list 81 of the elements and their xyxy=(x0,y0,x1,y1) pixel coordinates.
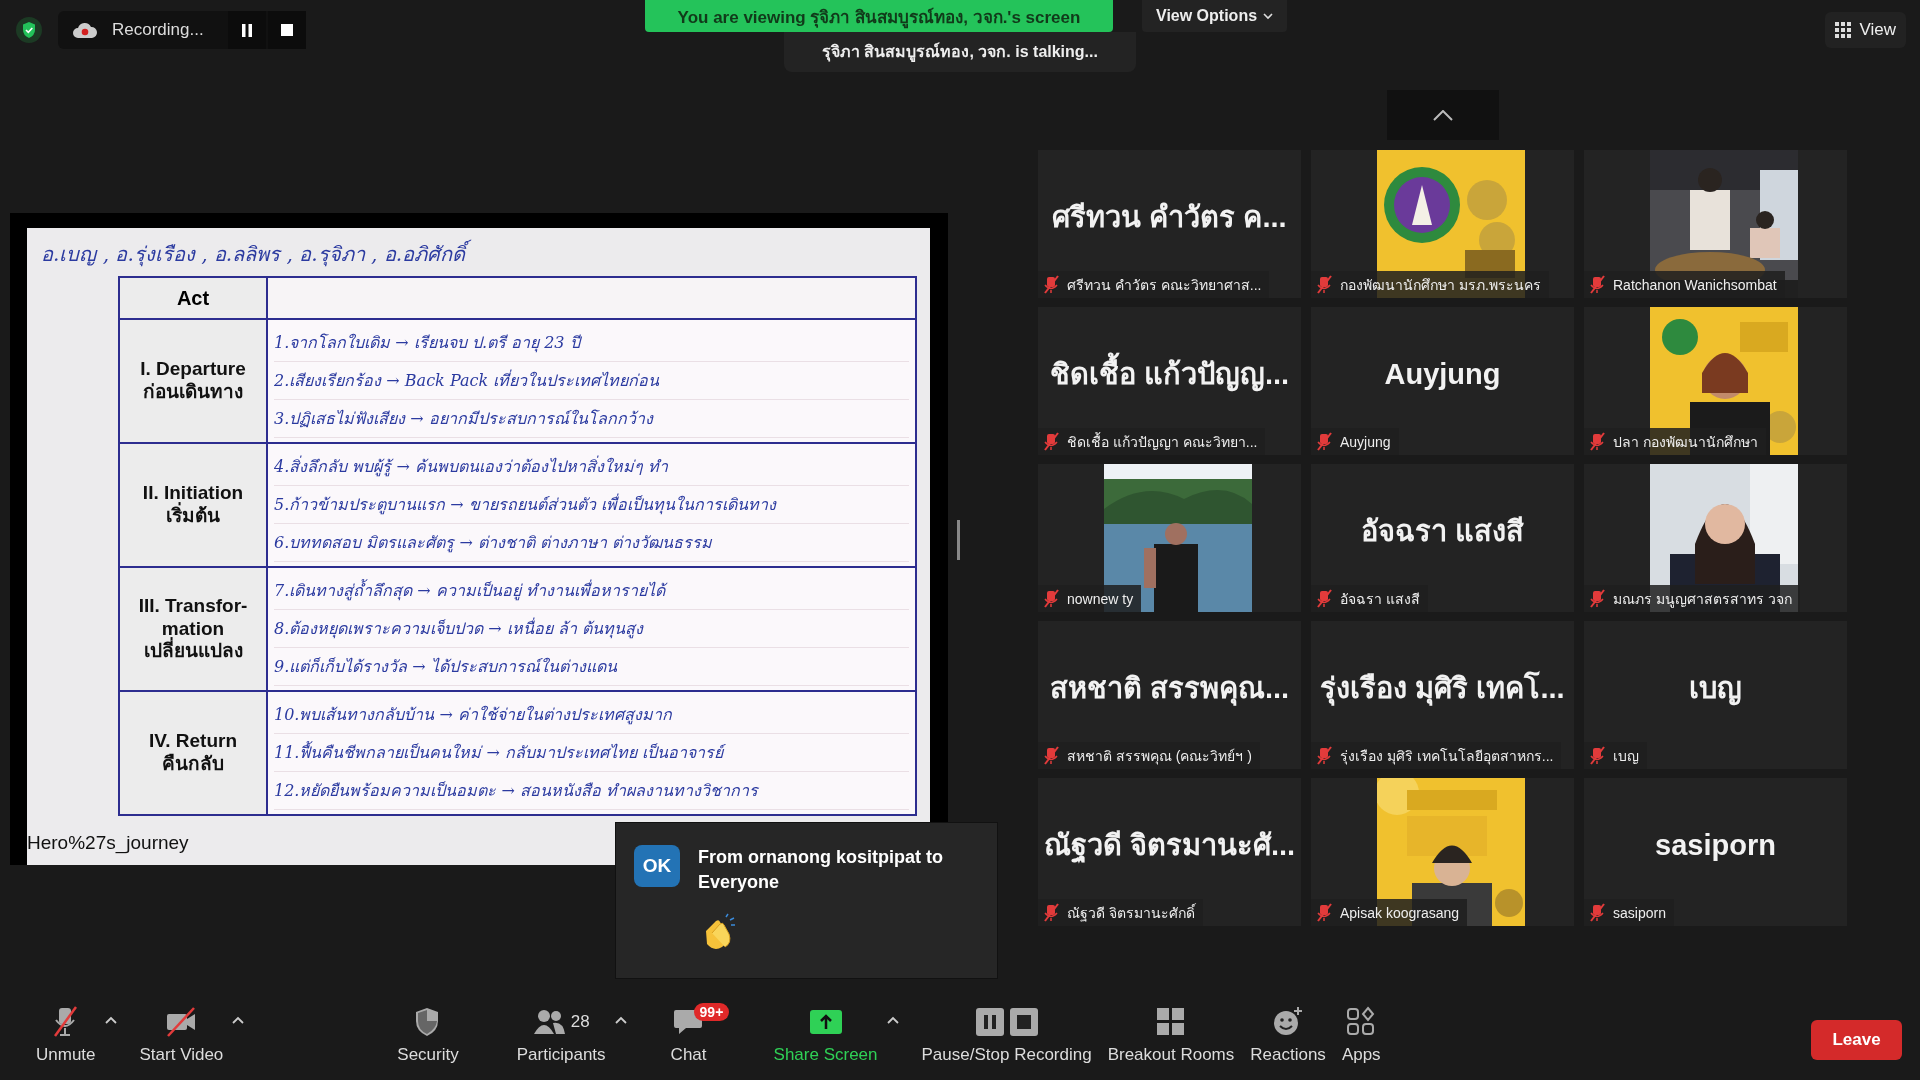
participant-label: Apisak koograsang xyxy=(1340,904,1460,921)
participant-label: มณภร มนูญศาสตรสาทร วจก xyxy=(1613,589,1792,610)
participant-label: รุ่งเรือง มุศิริ เทคโนโลยีอุตสาหกร... xyxy=(1340,746,1554,767)
participant-name: ณัฐวดี จิตรมานะศั... xyxy=(1043,828,1296,865)
act-label: IV. Return คืนกลับ xyxy=(148,730,238,776)
chat-button[interactable]: Chat 99+ xyxy=(641,999,738,1071)
shield-icon xyxy=(16,17,42,43)
participant-name: สหชาติ สรรพคุณ... xyxy=(1049,671,1290,708)
chat-sender: From ornanong kositpipat to Everyone xyxy=(698,846,944,895)
participant-name: Auyjung xyxy=(1384,357,1501,391)
pause-stop-icon xyxy=(975,1006,1038,1038)
participant-label: สหชาติ สรรพคุณ (คณะวิทย์ฯ ) xyxy=(1067,746,1252,767)
talking-indicator: รุจิภา สินสมบูรณ์ทอง, วจก. is talking... xyxy=(784,32,1136,72)
recording-button[interactable]: Pause/Stop Recording xyxy=(913,999,1100,1071)
file-caption: Hero%27s_journey xyxy=(27,832,189,853)
participant-label: sasiporn xyxy=(1613,904,1666,921)
leave-button[interactable]: Leave xyxy=(1811,1020,1902,1060)
caret-up-icon[interactable] xyxy=(885,1015,900,1025)
caret-up-icon[interactable] xyxy=(613,1015,628,1025)
stop-icon xyxy=(280,24,293,36)
act-label: II. Initiation เริ่มต้น xyxy=(141,482,245,528)
handwritten-note: 10.พบเส้นทางกลับบ้าน → ค่าใช้จ่ายในต่างประเทศสูงมาก xyxy=(274,696,909,734)
handwritten-note: 3.ปฏิเสธไม่ฟังเสียง → อยากมีประสบการณ์ในโลกกว้าง xyxy=(274,400,909,438)
view-button[interactable]: View xyxy=(1825,12,1906,48)
sender-avatar: OK xyxy=(634,845,680,887)
cloud-record-icon xyxy=(72,20,98,40)
grid-icon xyxy=(1835,22,1852,38)
handwritten-note: 12.หยัดยืนพร้อมความเป็นอมตะ → สอนหนังสือ ทำผลงานทางวิชาการ xyxy=(274,772,909,810)
participant-label: ศรีทวน คำวัตร คณะวิทยาศาส... xyxy=(1067,275,1262,295)
view-options-button[interactable]: View Options xyxy=(1142,0,1288,32)
handwritten-note: 1.จากโลกใบเดิม → เรียนจบ ป.ตรี อายุ 23 ปี xyxy=(274,324,909,362)
handwritten-note: 2.เสียงเรียกร้อง → Back Pack เที่ยวในประเทศไทยก่อน xyxy=(274,362,909,400)
smiley-icon xyxy=(1272,1006,1305,1038)
participant-label: Ratchanon Wanichsombat xyxy=(1613,276,1777,293)
video-button[interactable]: Start Video xyxy=(131,999,232,1071)
participant-label: อัจฉรา แสงสี xyxy=(1340,589,1420,609)
apps-button[interactable]: Apps xyxy=(1333,999,1389,1071)
pause-icon xyxy=(241,23,252,37)
mic-button[interactable]: Unmute xyxy=(28,999,104,1071)
handwritten-note: 7.เดินทางสู่ถ้ำลึกสุด → ความเป็นอยู่ ทำงานเพื่อหารายได้ xyxy=(274,572,909,610)
participants-button[interactable]: 28 Participants xyxy=(508,999,614,1071)
stop-button[interactable] xyxy=(267,11,306,49)
handwritten-note: 5.ก้าวข้ามประตูบานแรก → ขายรถยนต์ส่วนตัว เพื่อเป็นทุนในการเดินทาง xyxy=(274,486,909,524)
participant-label: ปลา กองพัฒนานักศึกษา xyxy=(1613,432,1758,452)
pause-button[interactable] xyxy=(227,11,266,49)
participant-name: รุ่งเรือง มุศิริ เทคโ... xyxy=(1320,670,1565,708)
security-button[interactable]: Security xyxy=(389,999,467,1071)
handwritten-note: 8.ต้องหยุดเพราะความเจ็บปวด → เหนื่อย ล้า ต้นทุนสูง xyxy=(274,610,909,648)
grid-icon xyxy=(1154,1006,1187,1038)
caret-up-icon[interactable] xyxy=(231,1015,246,1025)
resize-handle[interactable] xyxy=(957,520,960,560)
unread-badge: 99+ xyxy=(693,1003,730,1021)
share-button[interactable]: Share Screen xyxy=(765,999,886,1071)
handwritten-note: 6.บททดสอบ มิตรและศัตรู → ต่างชาติ ต่างภาษา ต่างวัฒนธรรม xyxy=(274,524,909,562)
participant-count: 28 xyxy=(570,1012,590,1032)
handwritten-note: 4.สิ่งลึกลับ พบผู้รู้ → ค้นพบตนเองว่าต้องไปหาสิ่งใหม่ๆ ทำ xyxy=(274,448,909,486)
caret-up-icon[interactable] xyxy=(103,1015,118,1025)
participant-name: ศรีทวน คำวัตร ค... xyxy=(1052,200,1287,235)
participant-label: nownew ty xyxy=(1067,590,1134,607)
participant-name: อัจฉรา แสงสี xyxy=(1360,514,1525,549)
handwritten-note: 11.ฟื้นคืนชีพกลายเป็นคนใหม่ → กลับมาประเทศไทย เป็นอาจารย์ xyxy=(274,734,909,772)
handwritten-note: 9.แต่ก็เก็บได้รางวัล → ได้ประสบการณ์ในต่างแดน xyxy=(274,648,909,686)
participant-label: ชิดเชื้อ แก้วปัญญา คณะวิทยา... xyxy=(1067,431,1258,452)
participant-label: ณัฐวดี จิตรมานะศักดิ์ xyxy=(1067,902,1195,924)
screen-share-banner: You are viewing รุจิภา สินสมบูรณ์ทอง, วจก.'s screen xyxy=(645,0,1113,32)
reactions-button[interactable]: Reactions xyxy=(1242,999,1334,1071)
recording-indicator: Recording... xyxy=(58,20,226,40)
participant-name: sasiporn xyxy=(1655,828,1776,862)
table-header: Act xyxy=(119,277,267,319)
chat-notification[interactable]: OK From ornanong kositpipat to Everyone xyxy=(615,822,998,979)
participant-label: กองพัฒนานักศึกษา มรภ.พระนคร xyxy=(1340,275,1541,295)
chevron-down-icon xyxy=(1263,12,1274,20)
handwritten-text: อ.เบญ , อ.รุ่งเรือง , อ.ลลิพร , อ.รุจิภา , อ.อภิศักดิ์ xyxy=(27,228,930,266)
act-label: III. Transfor-mation เปลี่ยนแปลง xyxy=(137,594,249,664)
act-label: I. Departure ก่อนเดินทาง xyxy=(139,358,247,404)
chevron-up-icon xyxy=(1433,109,1453,121)
participant-label: Auyjung xyxy=(1340,433,1391,450)
participant-name: ชิดเชื้อ แก้วปัญญ... xyxy=(1049,351,1290,397)
participant-label: เบญ xyxy=(1613,746,1639,766)
participant-name: เบญ xyxy=(1689,671,1742,708)
breakout-button[interactable]: Breakout Rooms xyxy=(1099,999,1243,1071)
